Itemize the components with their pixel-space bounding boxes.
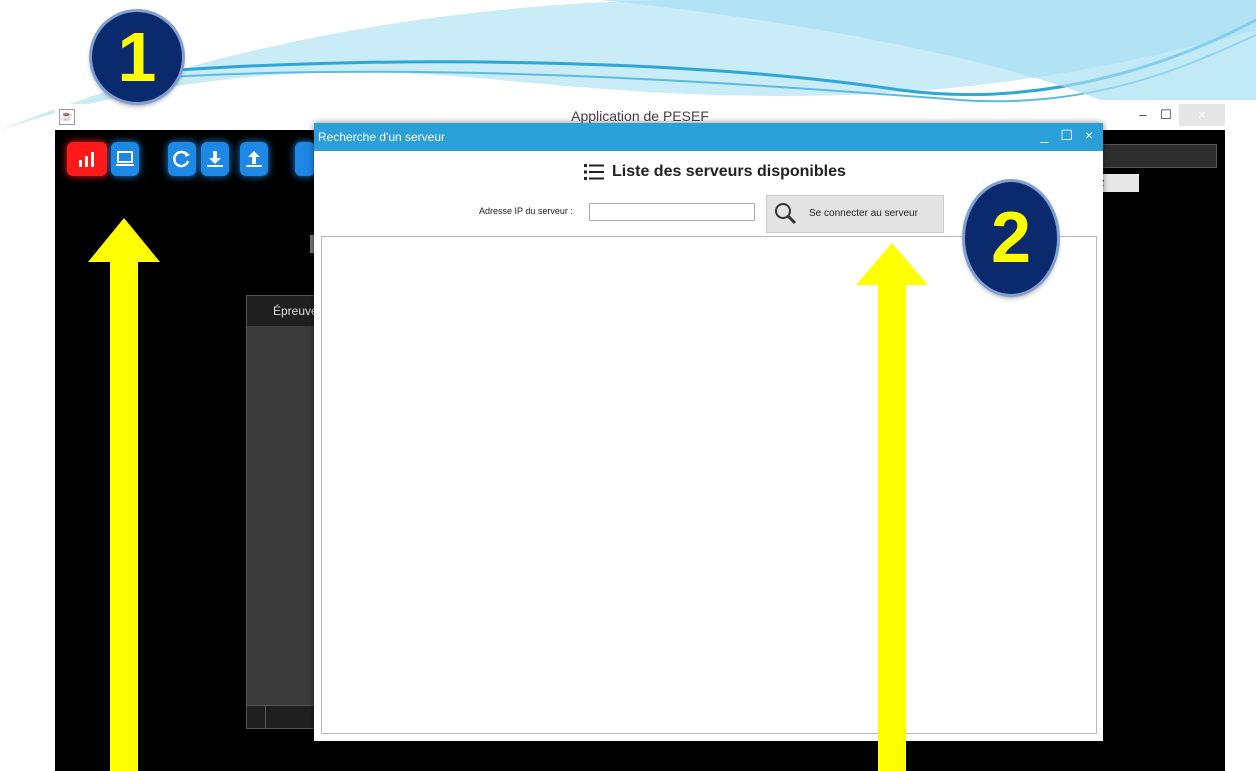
download-button[interactable]	[201, 142, 229, 176]
dialog-title: Recherche d'un serveur	[318, 130, 446, 144]
search-input[interactable]	[1095, 144, 1217, 168]
refresh-button[interactable]	[168, 142, 196, 176]
connect-server-button[interactable]	[111, 142, 139, 176]
dialog-heading: Liste des serveurs disponibles	[584, 163, 846, 181]
connect-button-label: Se connecter au serveur	[809, 208, 918, 219]
grid-header-epreuve[interactable]: Épreuve	[247, 296, 317, 326]
laptop-icon	[116, 151, 134, 166]
ip-address-input[interactable]	[589, 203, 755, 221]
annotation-badge-1: 1	[92, 12, 182, 102]
annotation-arrow-2	[856, 243, 928, 771]
annotation-arrow-1	[88, 218, 160, 771]
close-button[interactable]: ×	[1179, 104, 1225, 126]
connect-to-server-button[interactable]: Se connecter au serveur	[766, 195, 944, 233]
maximize-button[interactable]: ☐	[1156, 104, 1176, 126]
toolbar-button-partial[interactable]	[295, 142, 315, 176]
annotation-badge-2: 2	[965, 182, 1057, 294]
bar-chart-icon	[79, 152, 94, 167]
upload-button[interactable]	[240, 142, 268, 176]
dialog-titlebar: Recherche d'un serveur _ ☐ ×	[314, 123, 1103, 151]
grid-footer	[247, 705, 317, 728]
ip-address-label: Adresse IP du serveur :	[479, 206, 573, 216]
download-icon	[207, 151, 223, 167]
dialog-window-controls[interactable]: _ ☐ ×	[1041, 127, 1097, 144]
minimize-button[interactable]: –	[1133, 104, 1153, 126]
results-grid: Épreuve	[246, 295, 318, 729]
upload-icon	[246, 151, 262, 167]
server-list[interactable]	[321, 236, 1097, 734]
statistics-button[interactable]	[67, 142, 107, 176]
search-icon	[775, 203, 797, 225]
dialog-heading-text: Liste des serveurs disponibles	[612, 163, 846, 181]
list-icon	[584, 164, 604, 180]
refresh-icon	[173, 150, 190, 168]
app-title: Application de PESEF	[571, 108, 709, 124]
